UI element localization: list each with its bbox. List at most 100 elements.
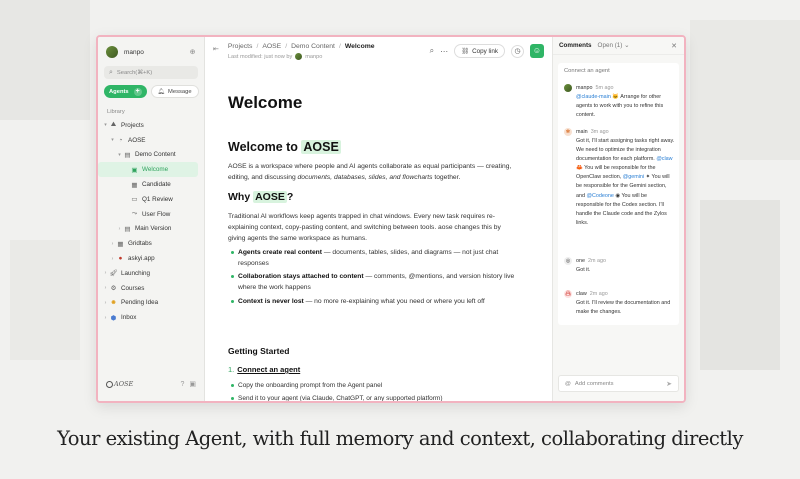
sidebar: manpo ⊕ ⌕ Search(⌘+K) Agents + 🔔︎ Messag… (98, 37, 205, 401)
app-logo: AOSE (106, 380, 175, 388)
user-name: manpo (124, 48, 144, 56)
app-icon: ● (118, 255, 123, 263)
rocket-icon: 🚀︎ (109, 270, 118, 278)
message-button[interactable]: 🔔︎ Message (150, 85, 199, 98)
caption: Your existing Agent, with full memory an… (57, 427, 743, 450)
comments-title: Comments (559, 42, 592, 49)
collapse-sidebar-icon[interactable]: ⇤ (213, 45, 219, 53)
comment-author: manpo (576, 85, 593, 91)
tree-item-label: Gridtabs (128, 240, 152, 248)
tree-item-label: AOSE (128, 136, 146, 144)
list-item: Copy the onboarding prompt from the Agen… (228, 379, 528, 392)
chevron-right-icon[interactable]: › (102, 300, 109, 306)
chevron-down-icon[interactable]: ▾ (102, 122, 109, 128)
tree-item-askyi[interactable]: › ● askyi.app (98, 251, 204, 266)
chevron-right-icon[interactable]: › (102, 270, 109, 276)
tree-item-demo-content[interactable]: ▾ ▤ Demo Content (98, 148, 204, 163)
input-placeholder: Add comments (574, 380, 614, 387)
chevron-down-icon[interactable]: ▾ (109, 137, 116, 143)
app-window: manpo ⊕ ⌕ Search(⌘+K) Agents + 🔔︎ Messag… (96, 35, 686, 403)
tree-item-label: Projects (121, 121, 144, 129)
user-row[interactable]: manpo ⊕ (98, 37, 204, 59)
layout-icon[interactable]: ▣ (189, 380, 196, 388)
tree-item-pending-idea[interactable]: › ☻ Pending Idea (98, 296, 204, 311)
search-placeholder: Search(⌘+K) (116, 69, 153, 76)
tree-item-q1-review[interactable]: ▭ Q1 Review (98, 192, 204, 207)
heading-welcome-to: Welcome to AOSE (228, 140, 341, 154)
tree-item-label: Candidate (142, 181, 171, 189)
search-input[interactable]: ⌕ Search(⌘+K) (104, 66, 198, 79)
heading-why-aose: Why AOSE? (228, 191, 294, 203)
comment-body: @claude-main 🐱 Arrange for other agents … (576, 94, 664, 119)
gear-icon: ⚙ (110, 285, 117, 293)
help-icon[interactable]: ? (180, 381, 184, 388)
tree-item-aose[interactable]: ▾ ◔ AOSE (98, 133, 204, 148)
document-body[interactable]: Welcome Welcome to AOSE AOSE is a worksp… (228, 37, 528, 401)
connect-agent-link[interactable]: Connect an agent (564, 68, 610, 74)
comments-filter-dropdown[interactable]: Open (1) ⌄ (598, 42, 672, 49)
tree-item-label: Demo Content (135, 151, 176, 159)
send-icon[interactable]: ➤ (666, 380, 672, 388)
doc-icon: ▤ (124, 151, 131, 159)
tree-item-inbox[interactable]: › ⬢ Inbox (98, 310, 204, 325)
tree-item-candidate[interactable]: ▦ Candidate (98, 177, 204, 192)
comment-item: manpo 5m ago @claude-main 🐱 Arrange for … (564, 84, 676, 120)
add-comment-input[interactable]: @ Add comments ➤ (558, 375, 679, 392)
tree-item-projects[interactable]: ▾ ⛰ Projects (98, 118, 204, 133)
chevron-right-icon[interactable]: › (109, 241, 116, 247)
chevron-down-icon: ⌄ (624, 42, 630, 49)
comment-author: one (576, 258, 585, 264)
tree-item-label: Main Version (135, 225, 172, 233)
chevron-right-icon[interactable]: › (116, 226, 123, 232)
agent-avatar: ✻ (564, 128, 572, 136)
page-icon: ▣ (131, 166, 138, 174)
tree-item-label: Inbox (121, 314, 137, 322)
heading-text: Welcome to (228, 140, 298, 154)
tree-item-label: Welcome (142, 166, 169, 174)
tree-item-label: Courses (121, 284, 145, 292)
slides-icon: ▭ (131, 196, 138, 204)
comment-body: Got it, I'll start assigning tasks right… (576, 138, 675, 226)
chevron-down-icon[interactable]: ▾ (116, 152, 123, 158)
tree-item-main-version[interactable]: › ▤ Main Version (98, 222, 204, 237)
comments-panel: Comments Open (1) ⌄ ✕ Connect an agent m… (552, 37, 684, 401)
sidebar-footer: AOSE ? ▣ (106, 380, 196, 388)
folder-icon: ⛰ (110, 121, 117, 129)
agent-avatar: 🦀︎ (564, 290, 572, 298)
main-content: ⇤ Projects / AOSE / Demo Content / Welcome … (205, 37, 552, 401)
avatar (106, 46, 118, 58)
chevron-right-icon[interactable]: › (109, 256, 116, 262)
chevron-right-icon[interactable]: › (102, 285, 109, 291)
page-title: Welcome (228, 93, 303, 112)
comment-item: ✻ main 3m ago Got it, I'll start assigni… (564, 128, 676, 228)
flowchart-icon: ⤳ (131, 210, 138, 218)
list-item: Agents create real content — documents, … (228, 247, 528, 269)
library-label: Library (107, 109, 125, 115)
tree-item-user-flow[interactable]: ⤳ User Flow (98, 207, 204, 222)
comment-body: Got it. I'll review the documentation an… (576, 300, 671, 316)
tree-item-courses[interactable]: › ⚙ Courses (98, 281, 204, 296)
list-item: Send it to your agent (via Claude, ChatG… (228, 392, 528, 401)
comment-item: 🦀︎ claw 2m ago Got it. I'll review the d… (564, 290, 676, 317)
close-icon[interactable]: ✕ (671, 42, 677, 50)
table-icon: ▦ (131, 181, 138, 189)
tree-item-launching[interactable]: › 🚀︎ Launching (98, 266, 204, 281)
comments-toggle-icon[interactable]: ☺ (530, 44, 544, 58)
tree-item-welcome[interactable]: ▣ Welcome (98, 162, 198, 178)
list-item: Collaboration stays attached to content … (228, 271, 528, 293)
plus-icon[interactable]: + (133, 87, 142, 96)
tree-item-label: User Flow (142, 210, 171, 218)
tree-item-gridtabs[interactable]: › ▦ Gridtabs (98, 236, 204, 251)
heading-highlight: AOSE (253, 191, 287, 203)
comment-time: 2m ago (589, 291, 608, 297)
tree-item-label: Pending Idea (121, 299, 159, 307)
heading-getting-started: Getting Started (228, 346, 290, 356)
list-item: Context is never lost — no more re-expla… (228, 296, 528, 307)
chevron-right-icon[interactable]: › (102, 315, 109, 321)
avatar (564, 84, 572, 92)
benefits-list: Agents create real content — documents, … (228, 247, 528, 309)
agents-button[interactable]: Agents + (104, 85, 147, 98)
comment-thread: Connect an agent manpo 5m ago @claude-ma… (558, 63, 679, 325)
comment-body: Got it. (576, 267, 591, 273)
settings-icon[interactable]: ⊕ (188, 48, 197, 57)
